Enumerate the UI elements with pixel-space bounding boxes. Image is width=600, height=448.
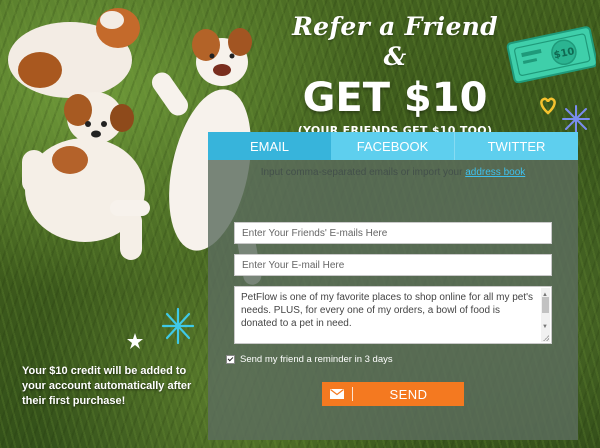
hero-line-2: GET $10 [302,75,488,121]
money-bill-icon: $10 [506,25,598,88]
form-hint: Input comma-separated emails or import y… [208,167,578,178]
message-scrollbar[interactable]: ▲ ▼ [541,288,550,342]
address-book-link[interactable]: address book [465,167,525,178]
tab-facebook[interactable]: FACEBOOK [331,132,454,160]
envelope-icon [322,387,353,401]
hero-line-1: Refer a Friend & [292,12,498,71]
reminder-label: Send my friend a reminder in 3 days [240,354,393,365]
sparkle-icon [161,307,195,345]
your-email-input[interactable]: Enter Your E-mail Here [234,254,552,276]
hero-headline: Refer a Friend & GET $10 (YOUR FRIENDS G… [292,12,498,137]
heart-icon [540,97,556,115]
send-label: SEND [389,386,428,402]
star-icon [127,333,143,349]
send-button[interactable]: SEND [322,382,464,406]
credit-note: Your $10 credit will be added to your ac… [22,365,192,407]
hint-text: Input comma-separated emails or import y… [260,167,463,178]
tab-email[interactable]: EMAIL [208,132,331,160]
reminder-option: Send my friend a reminder in 3 days [226,354,393,365]
scroll-down-icon[interactable]: ▼ [542,321,548,334]
message-textarea[interactable]: PetFlow is one of my favorite places to … [234,286,552,344]
message-text: PetFlow is one of my favorite places to … [241,292,534,329]
share-tabs: EMAIL FACEBOOK TWITTER [208,132,578,160]
reminder-checkbox[interactable] [226,355,235,364]
scroll-thumb[interactable] [542,297,549,313]
referral-panel: EMAIL FACEBOOK TWITTER Input comma-separ… [208,132,578,440]
tab-twitter[interactable]: TWITTER [454,132,578,160]
sparkle-icon [562,105,590,133]
friends-emails-input[interactable]: Enter Your Friends' E-mails Here [234,222,552,244]
email-form: Input comma-separated emails or import y… [208,160,578,440]
resize-grip-icon[interactable] [543,335,549,341]
